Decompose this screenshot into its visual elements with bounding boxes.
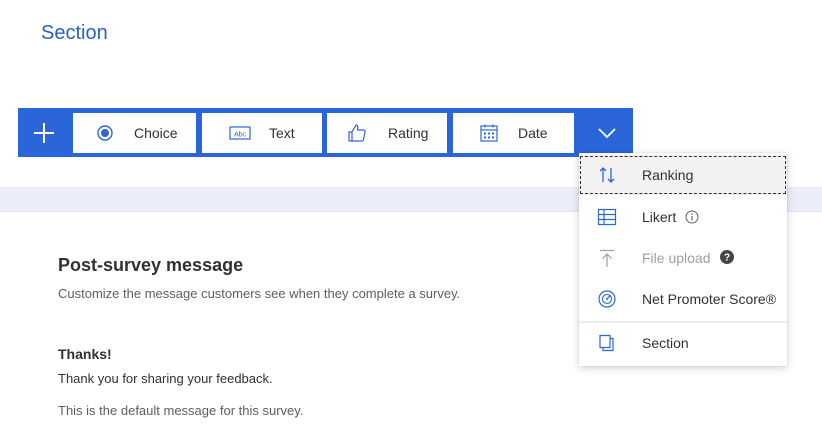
default-message-note: This is the default message for this sur… bbox=[58, 403, 304, 418]
text-abc-icon: Abc bbox=[229, 126, 251, 140]
post-survey-description: Customize the message customers see when… bbox=[58, 286, 461, 301]
svg-text:?: ? bbox=[724, 253, 730, 264]
date-label: Date bbox=[518, 125, 548, 141]
text-button[interactable]: Abc Text bbox=[202, 113, 322, 153]
thumbs-up-icon bbox=[348, 124, 366, 142]
radio-icon bbox=[97, 125, 113, 141]
choice-button[interactable]: Choice bbox=[73, 113, 196, 153]
question-type-menu: Ranking Likert File upload ? Net Promote… bbox=[579, 153, 787, 366]
menu-item-file-upload: File upload ? bbox=[579, 238, 787, 278]
svg-text:Abc: Abc bbox=[234, 132, 247, 139]
info-icon[interactable] bbox=[685, 210, 699, 224]
menu-item-likert[interactable]: Likert bbox=[579, 197, 787, 237]
menu-item-label: File upload bbox=[642, 250, 711, 266]
menu-item-label: Net Promoter Score® bbox=[642, 291, 777, 307]
menu-item-label: Likert bbox=[642, 209, 677, 225]
section-icon bbox=[599, 334, 614, 352]
question-toolbar: Choice Abc Text Rating Date bbox=[18, 108, 633, 157]
more-question-types-button[interactable] bbox=[580, 108, 633, 157]
menu-item-label: Ranking bbox=[642, 167, 694, 183]
rating-label: Rating bbox=[388, 125, 429, 141]
thanks-title[interactable]: Thanks! bbox=[58, 346, 112, 362]
menu-item-ranking[interactable]: Ranking bbox=[579, 155, 787, 195]
add-question-button[interactable] bbox=[18, 108, 69, 157]
plus-icon bbox=[33, 122, 54, 143]
thanks-body[interactable]: Thank you for sharing your feedback. bbox=[58, 371, 273, 386]
upload-icon bbox=[600, 249, 614, 267]
help-icon[interactable]: ? bbox=[720, 250, 734, 264]
section-title[interactable]: Section bbox=[41, 22, 108, 45]
sort-arrows-icon bbox=[599, 167, 615, 183]
calendar-icon bbox=[480, 124, 498, 142]
post-survey-title: Post-survey message bbox=[58, 255, 244, 275]
grid-icon bbox=[597, 208, 617, 226]
rating-button[interactable]: Rating bbox=[327, 113, 447, 153]
date-button[interactable]: Date bbox=[453, 113, 574, 153]
gauge-icon bbox=[598, 290, 616, 308]
text-label: Text bbox=[269, 125, 295, 141]
menu-item-label: Section bbox=[642, 335, 689, 351]
chevron-down-icon bbox=[597, 127, 616, 138]
menu-item-section[interactable]: Section bbox=[579, 323, 787, 363]
menu-item-net-promoter-score[interactable]: Net Promoter Score® bbox=[579, 279, 787, 319]
choice-label: Choice bbox=[134, 125, 178, 141]
